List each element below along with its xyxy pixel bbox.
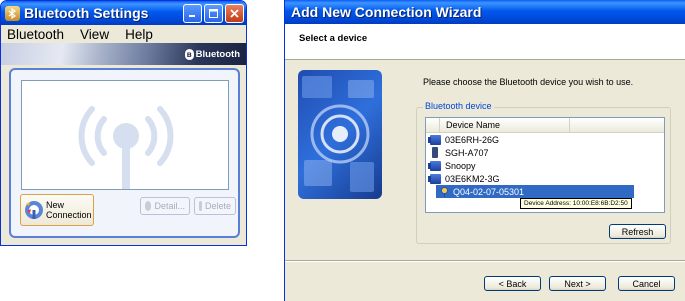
column-device-name[interactable]: Device Name xyxy=(440,117,570,133)
maximize-icon[interactable] xyxy=(204,3,223,23)
instruction-text: Please choose the Bluetooth device you w… xyxy=(423,77,634,87)
menu-view[interactable]: View xyxy=(80,27,109,42)
bluetooth-logo-icon: ʙ xyxy=(184,48,194,60)
next-label: Next > xyxy=(564,278,591,289)
back-button[interactable]: < Back xyxy=(484,276,541,291)
refresh-button[interactable]: Refresh xyxy=(609,224,666,239)
brand-banner: ʙ Bluetooth xyxy=(1,43,246,65)
computer-icon xyxy=(428,160,441,171)
device-row[interactable]: SGH-A707 xyxy=(426,146,664,159)
device-name: 03E6KM2-3G xyxy=(445,173,500,184)
device-name: Q04-02-07-05301 xyxy=(453,186,525,197)
computer-icon xyxy=(428,173,441,184)
wizard-title: Add New Connection Wizard xyxy=(291,4,482,20)
header-spacer xyxy=(426,117,440,133)
device-name: Snoopy xyxy=(445,160,476,171)
device-row-selected[interactable]: Q04-02-07-05301 xyxy=(436,185,634,198)
detail-label: Detail... xyxy=(154,201,185,211)
wizard-header: Select a device xyxy=(285,24,685,60)
bluetooth-signal-icon xyxy=(78,106,174,189)
add-connection-wizard-window: Add New Connection Wizard Select a devic… xyxy=(284,0,685,301)
bluetooth-app-icon xyxy=(5,5,20,21)
refresh-label: Refresh xyxy=(621,226,654,237)
list-header: Device Name xyxy=(426,117,664,133)
detail-button[interactable]: Detail... xyxy=(140,197,190,215)
pin-icon xyxy=(440,186,449,197)
step-title: Select a device xyxy=(299,33,368,44)
footer-separator xyxy=(285,260,685,262)
menu-bluetooth[interactable]: Bluetooth xyxy=(7,27,64,42)
wizard-title-bar[interactable]: Add New Connection Wizard xyxy=(285,0,685,24)
menu-help[interactable]: Help xyxy=(125,27,153,42)
delete-label: Delete xyxy=(204,201,231,211)
device-row[interactable]: Snoopy xyxy=(426,159,664,172)
next-button[interactable]: Next > xyxy=(549,276,606,291)
close-icon[interactable] xyxy=(225,3,244,23)
detail-icon xyxy=(145,201,152,211)
device-row[interactable]: 03E6KM2-3G xyxy=(426,172,664,185)
new-connection-icon xyxy=(24,200,44,220)
menu-bar: Bluetooth View Help xyxy=(1,25,246,43)
new-connection-button[interactable]: New Connection xyxy=(20,194,94,226)
new-connection-label: New Connection xyxy=(46,200,92,220)
cancel-button[interactable]: Cancel xyxy=(618,276,675,291)
computer-icon xyxy=(428,134,441,145)
bluetooth-settings-window: Bluetooth Settings Bluetooth View Help ʙ… xyxy=(0,0,247,246)
minimize-icon[interactable] xyxy=(183,3,202,23)
back-label: < Back xyxy=(498,278,527,289)
window-title: Bluetooth Settings xyxy=(24,5,149,21)
cancel-label: Cancel xyxy=(632,278,661,289)
device-name: SGH-A707 xyxy=(445,147,489,158)
title-bar[interactable]: Bluetooth Settings xyxy=(1,1,246,25)
wizard-illustration xyxy=(298,70,382,199)
connections-panel: New Connection Detail... Delete xyxy=(9,68,240,238)
delete-icon xyxy=(199,201,202,211)
phone-icon xyxy=(432,147,438,158)
device-row[interactable]: 03E6RH-26G xyxy=(426,133,664,146)
groupbox-label: Bluetooth device xyxy=(423,101,494,111)
delete-button[interactable]: Delete xyxy=(194,197,236,215)
connections-area[interactable] xyxy=(21,80,229,190)
banner-brand-text: Bluetooth xyxy=(195,48,240,60)
device-name: 03E6RH-26G xyxy=(445,134,500,145)
device-address-tooltip: Device Address: 10:00:E8:6B:D2:50 xyxy=(520,198,632,209)
